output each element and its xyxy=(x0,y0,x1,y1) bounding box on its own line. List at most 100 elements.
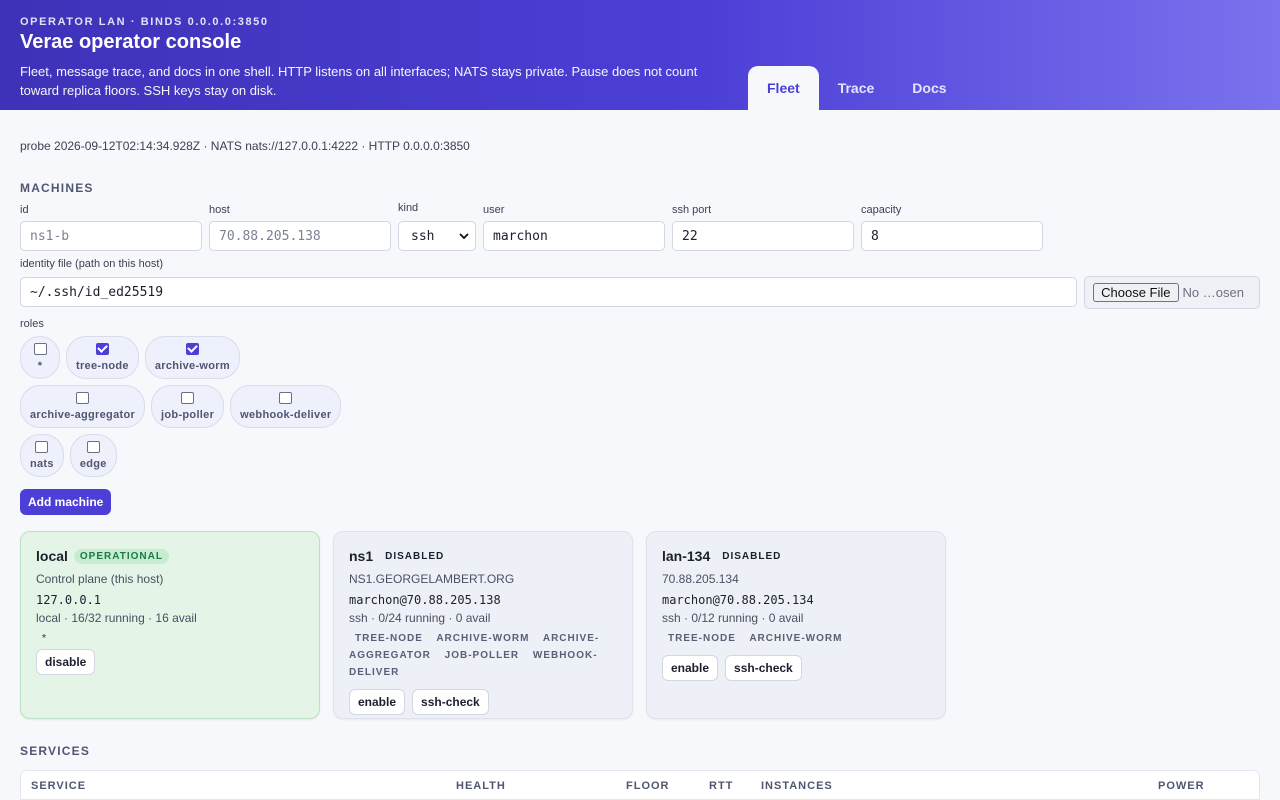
column-header-rtt[interactable]: RTT xyxy=(709,780,733,792)
services-section-title: SERVICES xyxy=(20,744,91,758)
kind-field-group: kind ssh xyxy=(398,202,476,251)
machine-roles: * xyxy=(42,630,304,647)
id-input[interactable]: ns1-b xyxy=(20,221,202,251)
machine-subtitle: 70.88.205.134 xyxy=(662,572,739,586)
role-checkbox-job-poller[interactable] xyxy=(181,392,195,404)
role-label-job-poller: job-poller xyxy=(161,409,215,421)
role-label-nats: nats xyxy=(30,458,54,470)
machine-stats: ssh · 0/12 running · 0 avail xyxy=(662,611,804,625)
user-field-group: user marchon xyxy=(483,204,665,251)
role-label-archive-aggregator: archive-aggregator xyxy=(30,409,136,421)
machine-stats: ssh · 0/24 running · 0 avail xyxy=(349,611,491,625)
role-label-archive-worm: archive-worm xyxy=(154,360,230,372)
capacity-label: capacity xyxy=(861,204,902,216)
role-chip-archive-aggregator[interactable]: archive-aggregator xyxy=(20,385,146,428)
tab-bar: Fleet Trace Docs xyxy=(748,66,966,110)
role-checkbox-archive-worm[interactable] xyxy=(185,343,199,355)
enable-button[interactable]: enable xyxy=(662,655,719,681)
id-label: id xyxy=(20,204,29,216)
role-chip-archive-worm[interactable]: archive-worm xyxy=(144,336,240,379)
machines-section-title: MACHINES xyxy=(20,181,94,195)
user-label: user xyxy=(483,204,505,216)
role-chip-edge[interactable]: edge xyxy=(69,434,117,477)
machine-roles: TREE-NODE ARCHIVE-WORM ARCHIVE-AGGREGATO… xyxy=(349,630,617,681)
identity-file-input[interactable]: ~/.ssh/id_ed25519 xyxy=(20,277,1078,307)
card-actions: enable ssh-check xyxy=(349,689,617,715)
machine-address: marchon@70.88.205.134 xyxy=(662,593,814,607)
machine-cards: local OPERATIONAL Control plane (this ho… xyxy=(20,531,1260,719)
id-field-group: id ns1-b xyxy=(20,204,202,251)
role-chip-webhook-deliver[interactable]: webhook-deliver xyxy=(230,385,342,428)
disable-button[interactable]: disable xyxy=(36,649,96,675)
card-header: local OPERATIONAL xyxy=(36,548,304,564)
machine-card-local: local OPERATIONAL Control plane (this ho… xyxy=(20,531,320,719)
kind-select[interactable]: ssh xyxy=(398,221,476,251)
identity-label: identity file (path on this host) xyxy=(20,258,164,270)
ssh-port-input[interactable]: 22 xyxy=(672,221,854,251)
roles-row: archive-aggregator job-poller webhook-de… xyxy=(20,385,1260,428)
ssh-port-field-group: ssh port 22 xyxy=(672,204,854,251)
header-description: Fleet, message trace, and docs in one sh… xyxy=(20,64,698,98)
machine-subtitle: Control plane (this host) xyxy=(36,572,164,586)
column-header-service[interactable]: SERVICE xyxy=(31,780,86,792)
tab-trace[interactable]: Trace xyxy=(819,66,894,110)
role-tag: TREE-NODE xyxy=(355,633,423,644)
add-machine-button[interactable]: Add machine xyxy=(20,489,112,515)
app-header: OPERATOR LAN · BINDS 0.0.0.0:3850 Verae … xyxy=(0,0,1280,110)
main-content: probe 2026-09-12T02:14:34.928Z · NATS na… xyxy=(0,110,1280,800)
capacity-input[interactable]: 8 xyxy=(861,221,1043,251)
role-checkbox-tree-node[interactable] xyxy=(95,343,109,355)
role-tag: ARCHIVE-WORM xyxy=(749,633,843,644)
host-label: host xyxy=(209,204,230,216)
column-header-floor[interactable]: FLOOR xyxy=(626,780,670,792)
machine-name: lan-134 xyxy=(662,548,711,564)
role-tag: JOB-POLLER xyxy=(444,650,520,661)
file-picker: Choose File No …osen xyxy=(1084,276,1260,309)
host-input[interactable]: 70.88.205.138 xyxy=(209,221,391,251)
column-header-health[interactable]: HEALTH xyxy=(456,780,506,792)
role-label-edge: edge xyxy=(79,458,107,470)
card-header: lan-134 DISABLED xyxy=(662,548,930,564)
roles-label: roles xyxy=(20,318,44,330)
roles-row: * tree-node archive-worm xyxy=(20,336,1260,379)
card-actions: disable xyxy=(36,649,304,675)
enable-button[interactable]: enable xyxy=(349,689,406,715)
probe-status: probe 2026-09-12T02:14:34.928Z · NATS na… xyxy=(20,139,470,153)
role-checkbox-any[interactable] xyxy=(33,343,47,355)
role-checkbox-webhook-deliver[interactable] xyxy=(279,392,293,404)
header-eyebrow: OPERATOR LAN · BINDS 0.0.0.0:3850 xyxy=(20,16,269,28)
role-chip-tree-node[interactable]: tree-node xyxy=(66,336,139,379)
role-label-webhook-deliver: webhook-deliver xyxy=(240,409,332,421)
identity-row: ~/.ssh/id_ed25519 Choose File No …osen xyxy=(20,276,1260,309)
status-badge: DISABLED xyxy=(722,550,782,562)
status-badge: OPERATIONAL xyxy=(73,548,169,564)
choose-file-button[interactable]: Choose File xyxy=(1093,283,1179,302)
column-header-instances[interactable]: INSTANCES xyxy=(761,780,833,792)
host-field-group: host 70.88.205.138 xyxy=(209,204,391,251)
tab-fleet[interactable]: Fleet xyxy=(748,66,819,110)
ssh-check-button[interactable]: ssh-check xyxy=(412,689,489,715)
machine-name: ns1 xyxy=(349,548,374,564)
chevron-down-icon xyxy=(459,233,469,240)
tab-docs[interactable]: Docs xyxy=(893,66,965,110)
card-header: ns1 DISABLED xyxy=(349,548,617,564)
machine-card-lan-134: lan-134 DISABLED 70.88.205.134 marchon@7… xyxy=(646,531,946,719)
column-header-power[interactable]: POWER xyxy=(1158,780,1205,792)
role-chip-nats[interactable]: nats xyxy=(20,434,64,477)
machine-card-ns1: ns1 DISABLED ns1.georgelambert.org march… xyxy=(333,531,633,719)
role-chip-job-poller[interactable]: job-poller xyxy=(151,385,225,428)
role-tag: ARCHIVE-WORM xyxy=(436,633,530,644)
role-checkbox-edge[interactable] xyxy=(86,441,100,453)
role-label-any: * xyxy=(37,360,43,372)
user-input[interactable]: marchon xyxy=(483,221,665,251)
file-status: No …osen xyxy=(1182,285,1244,300)
role-label-tree-node: tree-node xyxy=(76,360,129,372)
capacity-field-group: capacity 8 xyxy=(861,204,1043,251)
role-checkbox-nats[interactable] xyxy=(35,441,49,453)
machine-name: local xyxy=(36,548,68,564)
role-chip-any[interactable]: * xyxy=(20,336,60,379)
kind-label: kind xyxy=(398,202,419,214)
ssh-check-button[interactable]: ssh-check xyxy=(725,655,802,681)
role-checkbox-archive-aggregator[interactable] xyxy=(76,392,90,404)
machine-stats: local · 16/32 running · 16 avail xyxy=(36,611,197,625)
